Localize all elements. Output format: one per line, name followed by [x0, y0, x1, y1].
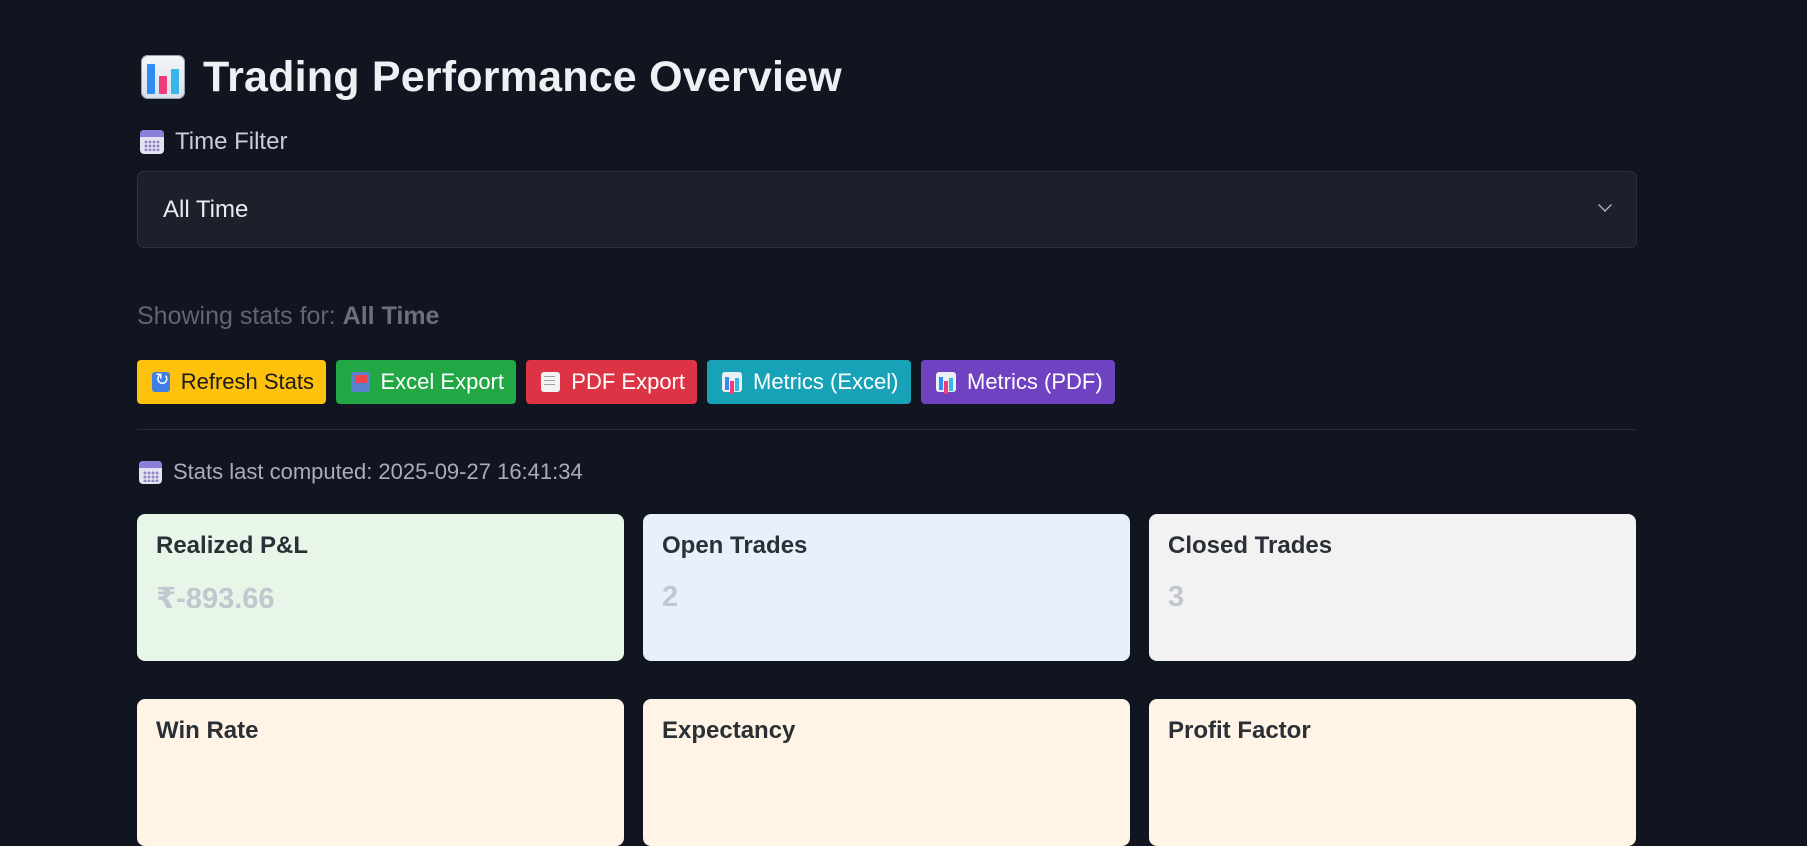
calendar-icon: [139, 460, 162, 484]
metrics-pdf-button[interactable]: Metrics (PDF): [921, 360, 1115, 404]
showing-stats-prefix: Showing stats for:: [137, 302, 336, 330]
expectancy-card: Expectancy: [643, 699, 1130, 846]
bar-chart-icon: [141, 55, 185, 99]
page-title: Trading Performance Overview: [203, 52, 842, 101]
receipt-icon: [541, 372, 561, 392]
time-filter-selected-value: All Time: [163, 195, 249, 223]
closed-trades-card: Closed Trades 3: [1149, 514, 1636, 661]
pdf-export-label: PDF Export: [571, 369, 685, 394]
refresh-stats-label: Refresh Stats: [180, 369, 314, 394]
bar-chart-icon: [722, 372, 742, 392]
card-title: Open Trades: [662, 532, 808, 559]
metrics-excel-button[interactable]: Metrics (Excel): [707, 360, 911, 404]
profit-factor-card: Profit Factor: [1149, 699, 1636, 846]
refresh-stats-button[interactable]: Refresh Stats: [137, 360, 326, 404]
card-value: 3: [1168, 581, 1185, 613]
time-filter-label-text: Time Filter: [175, 128, 288, 155]
time-filter-select[interactable]: All Time: [137, 171, 1637, 248]
chevron-down-icon: [1598, 198, 1612, 212]
refresh-icon: [152, 370, 170, 392]
stats-computed-info: Stats last computed: 2025-09-27 16:41:34: [139, 459, 583, 485]
bar-chart-icon: [936, 372, 956, 392]
excel-export-label: Excel Export: [380, 369, 505, 394]
calendar-icon: [140, 130, 164, 154]
showing-stats-period: All Time: [342, 302, 440, 330]
divider: [137, 429, 1637, 430]
card-title: Realized P&L: [156, 532, 309, 559]
card-value: ₹-893.66: [156, 583, 275, 615]
time-filter-label: Time Filter: [140, 128, 287, 156]
card-title: Closed Trades: [1168, 532, 1333, 559]
page-header: Trading Performance Overview: [141, 48, 842, 106]
stats-computed-text: Stats last computed: 2025-09-27 16:41:34: [173, 459, 583, 484]
card-title: Profit Factor: [1168, 717, 1311, 744]
metrics-excel-label: Metrics (Excel): [753, 369, 899, 394]
pdf-export-button[interactable]: PDF Export: [526, 360, 697, 404]
win-rate-card: Win Rate: [137, 699, 624, 846]
showing-stats-text: Showing stats for: All Time: [137, 302, 439, 331]
action-toolbar: Refresh Stats Excel Export PDF Export Me…: [137, 360, 1115, 404]
card-value: 2: [662, 581, 679, 613]
excel-export-button[interactable]: Excel Export: [336, 360, 516, 404]
open-trades-card: Open Trades 2: [643, 514, 1130, 661]
inbox-icon: [351, 372, 370, 392]
realized-pnl-card: Realized P&L ₹-893.66: [137, 514, 624, 661]
card-title: Win Rate: [156, 717, 259, 744]
metrics-pdf-label: Metrics (PDF): [967, 369, 1103, 394]
card-title: Expectancy: [662, 717, 796, 744]
